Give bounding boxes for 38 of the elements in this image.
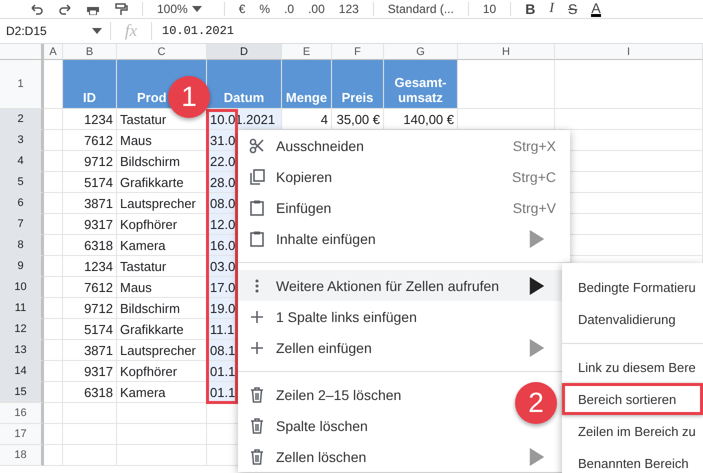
table-cell: 9317 bbox=[63, 214, 117, 235]
table-cell: 7612 bbox=[63, 277, 117, 298]
table-cell: Grafikkarte bbox=[117, 319, 207, 340]
table-cell: 9712 bbox=[63, 298, 117, 319]
table-cell: Bildschirm bbox=[117, 298, 207, 319]
table-cell: Lautsprecher bbox=[117, 340, 207, 361]
table-cell: 6318 bbox=[63, 235, 117, 256]
table-cell: Grafikkarte bbox=[117, 172, 207, 193]
header-cell: ID bbox=[63, 60, 117, 109]
table-cell: Maus bbox=[117, 130, 207, 151]
function-label: fx bbox=[124, 21, 138, 41]
table-cell: 9712 bbox=[63, 151, 117, 172]
header-cell: Menge bbox=[282, 60, 332, 109]
table-cell: 7612 bbox=[63, 130, 117, 151]
shortcut-label: Strg+X bbox=[512, 138, 556, 154]
table-cell: 5174 bbox=[63, 319, 117, 340]
menu-label: Zellen löschen bbox=[276, 448, 366, 464]
table-cell: 3871 bbox=[63, 340, 117, 361]
table-cell: Kamera bbox=[117, 235, 207, 256]
table-cell: Maus bbox=[117, 277, 207, 298]
table-cell: 9317 bbox=[63, 361, 117, 382]
table-cell: Kamera bbox=[117, 382, 207, 403]
table-cell: Kopfhörer bbox=[117, 361, 207, 382]
table-cell: 6318 bbox=[63, 382, 117, 403]
header-cell: Gesamt-umsatz bbox=[384, 60, 458, 109]
table-cell: Bildschirm bbox=[117, 151, 207, 172]
table-cell: Tastatur bbox=[117, 256, 207, 277]
table-cell: 5174 bbox=[63, 172, 117, 193]
menu-label: Spalte löschen bbox=[276, 418, 368, 434]
table-cell: Kopfhörer bbox=[117, 214, 207, 235]
table-cell: Lautsprecher bbox=[117, 193, 207, 214]
shortcut-label: Strg+C bbox=[512, 168, 556, 184]
header-cell: Preis bbox=[332, 60, 384, 109]
table-cell: 1234 bbox=[63, 256, 117, 277]
shortcut-label: Strg+V bbox=[512, 200, 556, 216]
table-cell: 1234 bbox=[63, 109, 117, 130]
table-cell: 3871 bbox=[63, 193, 117, 214]
header-cell: Datum bbox=[207, 60, 282, 109]
